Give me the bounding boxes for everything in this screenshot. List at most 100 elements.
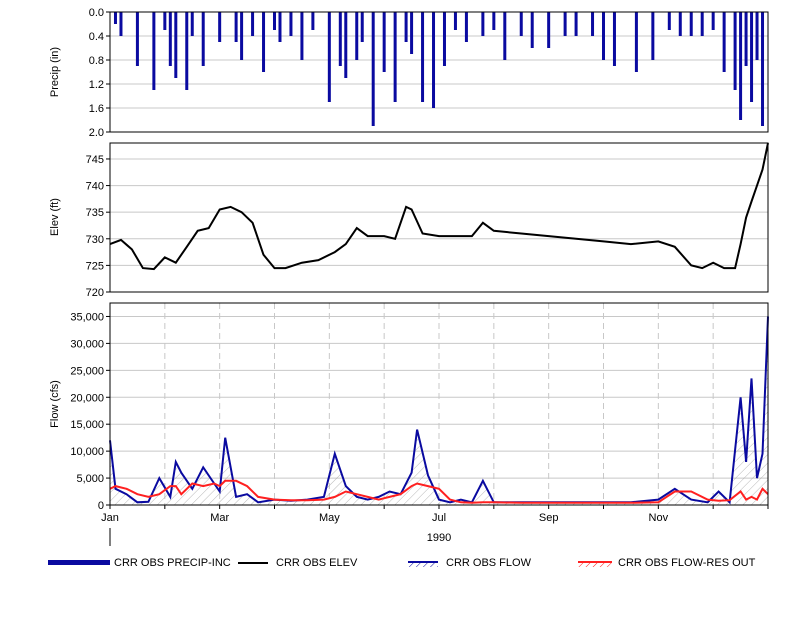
precip-bar (563, 12, 567, 36)
precip-bar (755, 12, 759, 60)
precip-bar (344, 12, 348, 78)
precip-bar (185, 12, 189, 90)
legend-label-flow: CRR OBS FLOW (446, 557, 532, 569)
flow-panel: 0 5,000 10,000 15,000 20,000 25,000 30,000 35,0… (49, 302, 769, 546)
precip-bar (289, 12, 293, 36)
precip-bar (634, 12, 638, 72)
legend-item-elev: CRR OBS ELEV (238, 557, 358, 569)
precip-bar (262, 12, 266, 72)
precip-bar (355, 12, 359, 60)
precip-bar (651, 12, 655, 60)
precip-bar (300, 12, 304, 60)
precip-bar (464, 12, 468, 42)
year-label: 1990 (427, 532, 451, 544)
precip-bar (547, 12, 551, 48)
flow-tick-label: 35,000 (70, 311, 104, 323)
precip-bar (135, 12, 139, 66)
precip-bar (739, 12, 743, 120)
precip-bar (733, 12, 737, 90)
flow-tick-label: 0 (98, 500, 104, 512)
precip-bar (667, 12, 671, 30)
precip-bar (218, 12, 222, 42)
legend: CRR OBS PRECIP-INC CRR OBS ELEV CRR OBS … (48, 557, 756, 569)
legend-item-precip: CRR OBS PRECIP-INC (48, 557, 231, 569)
precip-bar (481, 12, 485, 36)
elev-tick-label: 735 (86, 207, 104, 219)
legend-swatch-precip (48, 560, 110, 565)
precip-bar (442, 12, 446, 66)
elev-frame (109, 142, 769, 293)
precip-bar (410, 12, 414, 54)
precip-bar (700, 12, 704, 36)
precip-bar (591, 12, 595, 36)
precip-tick-label: 1.6 (89, 103, 104, 115)
precip-bar (152, 12, 156, 90)
elev-tick-label: 740 (86, 181, 104, 193)
precip-bar (612, 12, 616, 66)
precip-bar (190, 12, 194, 36)
precip-bar (711, 12, 715, 30)
precip-bar (338, 12, 342, 66)
flow-tick-label: 10,000 (70, 446, 104, 458)
precip-bar (530, 12, 534, 48)
precip-bar (761, 12, 765, 126)
precip-bar (602, 12, 605, 60)
x-tick-label: Jul (432, 512, 446, 524)
precip-bar (519, 12, 523, 36)
x-tick-label: Mar (210, 512, 229, 524)
precip-bar (393, 12, 397, 102)
elev-series-line (109, 142, 769, 271)
elev-tick-label: 745 (86, 154, 104, 166)
precip-bar (453, 12, 457, 30)
precip-bar (503, 12, 507, 60)
precip-bar (273, 12, 276, 30)
precip-tick-label: 2.0 (89, 127, 104, 139)
x-tick-label: Sep (539, 512, 559, 524)
flow-tick-label: 15,000 (70, 419, 104, 431)
precip-bar (360, 12, 364, 42)
precip-bar (113, 12, 117, 24)
precip-tick-label: 1.2 (89, 79, 104, 91)
elev-tick-label: 720 (86, 287, 104, 299)
elev-tick-label: 730 (86, 234, 104, 246)
precip-bar (163, 12, 167, 30)
x-tick-label: Jan (101, 512, 119, 524)
precip-bar (201, 12, 205, 66)
hydrograph-chart: 0.0 0.4 0.8 1.2 1.6 2.0 Precip (in) 720 725 730… (48, 7, 769, 569)
precip-bar (404, 12, 408, 42)
precip-tick-label: 0.4 (89, 31, 104, 43)
flow-tick-label: 25,000 (70, 365, 104, 377)
precip-axis-label: Precip (in) (49, 47, 61, 97)
precip-bar (174, 12, 178, 78)
legend-item-flow: CRR OBS FLOW (408, 557, 532, 569)
precip-bar (750, 12, 754, 102)
flow-tick-label: 30,000 (70, 338, 104, 350)
precip-bar (371, 12, 375, 126)
legend-label-precip: CRR OBS PRECIP-INC (114, 557, 231, 569)
precip-panel: 0.0 0.4 0.8 1.2 1.6 2.0 Precip (in) (49, 7, 769, 139)
elev-axis-label: Elev (ft) (49, 198, 61, 236)
flow-tick-label: 5,000 (76, 473, 104, 485)
precip-bar (689, 12, 693, 36)
precip-bar (168, 12, 172, 66)
precip-bar (492, 12, 496, 30)
legend-label-elev: CRR OBS ELEV (276, 557, 358, 569)
precip-bar (234, 12, 238, 42)
precip-bar (382, 12, 386, 72)
precip-bar (744, 12, 748, 66)
precip-bar (311, 12, 315, 30)
precip-tick-label: 0.0 (89, 7, 104, 19)
precip-tick-label: 0.8 (89, 55, 104, 67)
elev-tick-label: 725 (86, 260, 104, 272)
precip-bar (678, 12, 682, 36)
elev-panel: 720 725 730 735 740 745 Elev (ft) (49, 142, 769, 299)
precip-bar (240, 12, 244, 60)
precip-bar (722, 12, 726, 72)
precip-bar (421, 12, 425, 102)
legend-label-res-out: CRR OBS FLOW-RES OUT (618, 557, 756, 569)
legend-item-res-out: CRR OBS FLOW-RES OUT (578, 557, 756, 569)
precip-bar (251, 12, 255, 36)
precip-bar (574, 12, 578, 36)
precip-bar (119, 12, 123, 36)
precip-bar (432, 12, 436, 108)
